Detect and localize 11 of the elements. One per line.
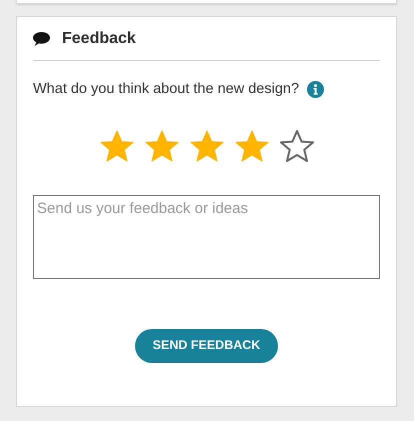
empty-star-icon[interactable] [280,130,314,162]
speech-bubble-icon [33,32,50,46]
question-text: What do you think about the new design? [33,80,300,99]
panel-title: Feedback [62,28,136,48]
feedback-field[interactable]: Send us your feedback or ideas [33,194,380,279]
filled-star-icon[interactable] [144,130,178,162]
info-icon[interactable] [307,81,324,98]
filled-star-icon[interactable] [190,130,224,162]
filled-star-icon[interactable] [100,130,134,162]
filled-star-icon[interactable] [234,130,268,162]
send-feedback-button[interactable]: SEND FEEDBACK [134,328,278,363]
